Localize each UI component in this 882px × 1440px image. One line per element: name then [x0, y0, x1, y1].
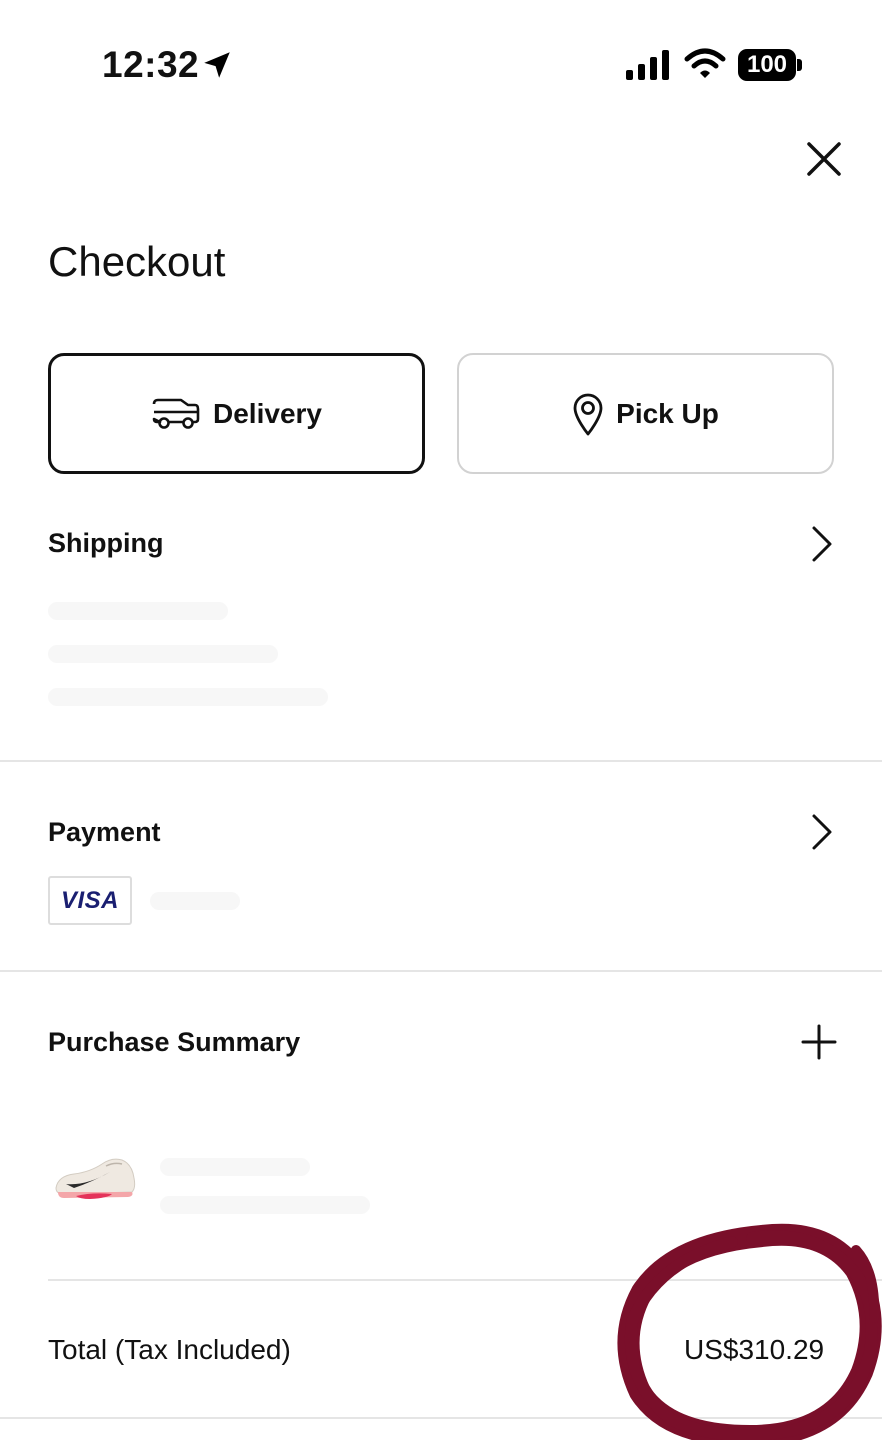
delivery-button[interactable]: Delivery — [48, 353, 425, 474]
truck-icon — [152, 398, 200, 429]
battery-cap — [797, 59, 802, 71]
visa-card-icon: VISA — [48, 876, 132, 925]
purchase-summary-title: Purchase Summary — [48, 1027, 301, 1057]
wifi-icon — [684, 48, 726, 78]
payment-chevron-right-icon[interactable] — [806, 812, 838, 852]
location-pin-icon — [573, 393, 603, 435]
section-divider — [0, 1417, 882, 1419]
plus-icon[interactable] — [800, 1023, 838, 1061]
location-arrow-icon — [204, 52, 230, 78]
card-brand: VISA — [60, 886, 119, 914]
hand-drawn-circle-annotation — [617, 1223, 882, 1440]
summary-divider — [48, 1279, 882, 1281]
redacted-shipping-line — [48, 602, 228, 620]
pick-up-label: Pick Up — [616, 397, 719, 429]
total-value: US$310.29 — [684, 1334, 825, 1365]
battery-level: 100 — [738, 49, 796, 81]
signal-icon — [626, 50, 669, 80]
delivery-label: Delivery — [213, 397, 322, 429]
total-label: Total (Tax Included) — [48, 1334, 291, 1365]
shipping-chevron-right-icon[interactable] — [806, 524, 838, 564]
close-icon[interactable] — [800, 135, 848, 183]
page-title: Checkout — [48, 238, 226, 285]
redacted-item-line — [160, 1158, 310, 1176]
redacted-item-line — [160, 1196, 370, 1214]
section-divider — [0, 760, 882, 762]
shipping-title: Shipping — [48, 528, 164, 558]
redacted-shipping-line — [48, 645, 278, 663]
sneaker-image — [55, 1158, 136, 1199]
section-divider — [0, 970, 882, 972]
status-time: 12:32 — [102, 44, 200, 85]
redacted-shipping-line — [48, 688, 328, 706]
status-bar: 12:32 100 — [0, 0, 882, 130]
pick-up-button[interactable]: Pick Up — [457, 353, 834, 474]
payment-title: Payment — [48, 817, 161, 847]
redacted-card-number — [150, 892, 240, 910]
battery-icon: 100 — [738, 49, 802, 81]
